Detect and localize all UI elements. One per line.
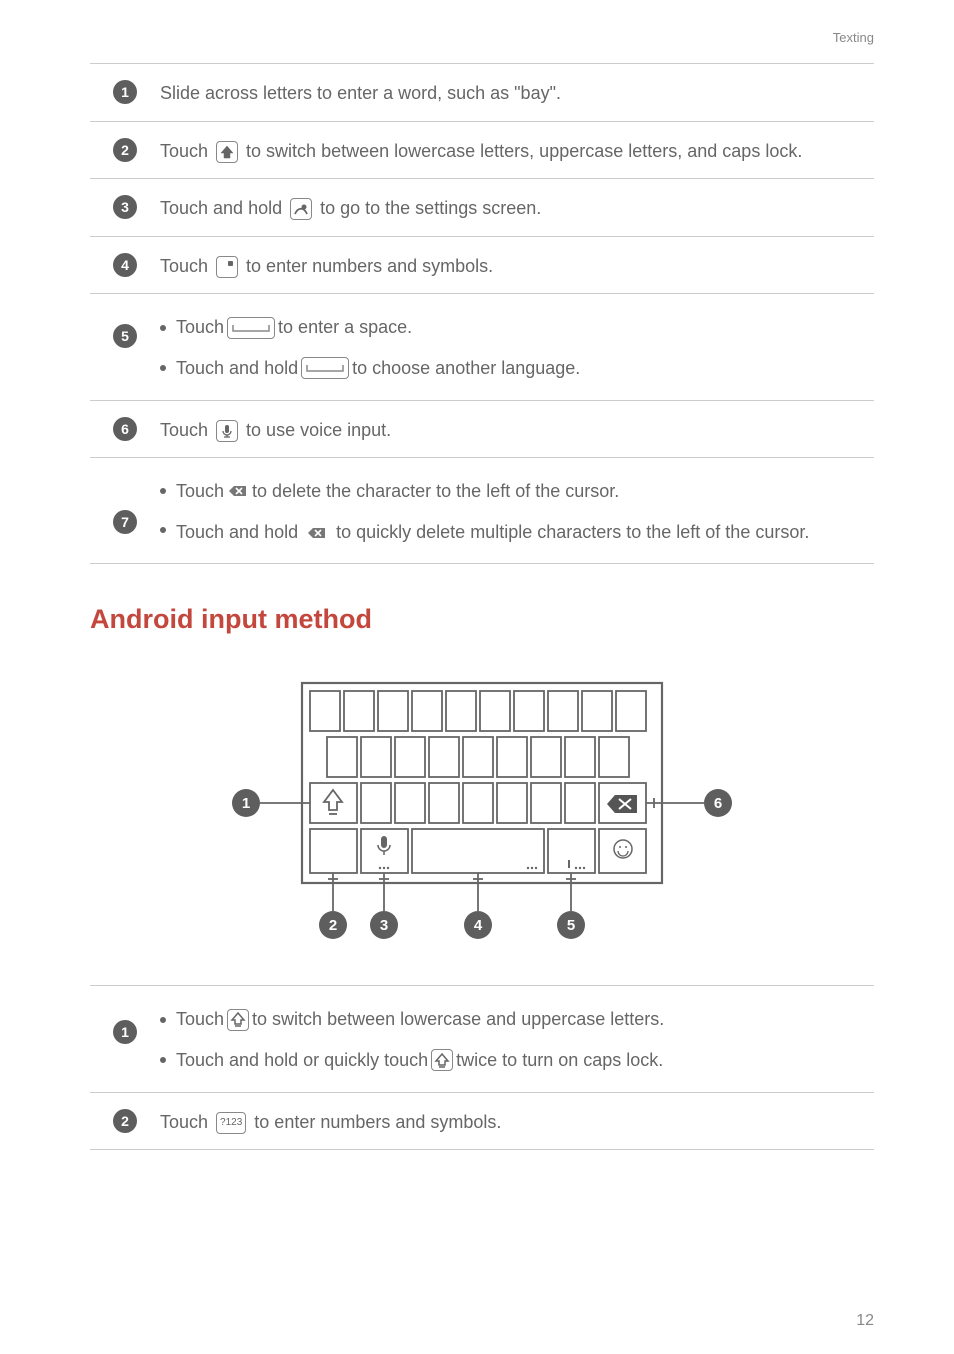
row-content: Touch and hold to go to the settings scr… xyxy=(160,191,874,224)
row-number-badge: 3 xyxy=(113,195,137,219)
text-fragment: Touch xyxy=(160,256,213,276)
table-row: 4 Touch to enter numbers and symbols. xyxy=(90,237,874,295)
text-fragment: to enter numbers and symbols. xyxy=(249,1112,501,1132)
text-fragment: to enter a space. xyxy=(278,312,412,343)
table-row: 5 Touch to enter a space. Touch and hold… xyxy=(90,294,874,400)
callout-3: 3 xyxy=(380,917,388,934)
row-content: Touch to enter numbers and symbols. xyxy=(160,249,874,282)
callout-1: 1 xyxy=(242,795,250,812)
shift-outline-icon xyxy=(227,1009,249,1031)
row-number-badge: 6 xyxy=(113,417,137,441)
table-row: 2 Touch to switch between lowercase lett… xyxy=(90,122,874,180)
text-fragment: Touch xyxy=(160,1112,213,1132)
row-number-badge: 5 xyxy=(113,324,137,348)
text-fragment: Touch and hold xyxy=(160,198,287,218)
section-heading: Android input method xyxy=(90,604,874,635)
shift-icon xyxy=(216,141,238,163)
symbols-key-icon xyxy=(216,256,238,278)
text-fragment: to delete the character to the left of t… xyxy=(252,476,619,507)
table-row: 3 Touch and hold to go to the settings s… xyxy=(90,179,874,237)
text-fragment: to switch between lowercase letters, upp… xyxy=(241,141,802,161)
bullet-icon xyxy=(160,1057,166,1063)
keyboard-diagram: 1 6 2 3 4 5 xyxy=(90,675,874,955)
row-content: Touch ?123 to enter numbers and symbols. xyxy=(160,1105,874,1138)
delete-icon xyxy=(227,480,249,502)
bullet-icon xyxy=(160,365,166,371)
row-content: Slide across letters to enter a word, su… xyxy=(160,76,874,109)
row-content: Touch to enter a space. Touch and hold t… xyxy=(160,306,874,387)
instruction-table-1: 1 Slide across letters to enter a word, … xyxy=(90,63,874,564)
row-number-badge: 4 xyxy=(113,253,137,277)
bullet-icon xyxy=(160,325,166,331)
text-fragment: Touch and hold xyxy=(176,353,298,384)
text-fragment: Touch xyxy=(176,312,224,343)
text-fragment: Touch xyxy=(160,141,213,161)
callout-2: 2 xyxy=(329,917,337,934)
bullet-icon xyxy=(160,488,166,494)
text-fragment: to quickly delete multiple characters to… xyxy=(331,522,809,542)
instruction-table-2: 1 Touch to switch between lowercase and … xyxy=(90,985,874,1150)
mic-icon xyxy=(216,420,238,442)
page-number: 12 xyxy=(856,1312,874,1330)
text-fragment: Touch xyxy=(176,476,224,507)
callout-5: 5 xyxy=(567,917,575,934)
table-row: 1 Slide across letters to enter a word, … xyxy=(90,64,874,122)
row-number-badge: 2 xyxy=(113,138,137,162)
row-number-badge: 2 xyxy=(113,1109,137,1133)
shift-outline-icon xyxy=(431,1049,453,1071)
table-row: 2 Touch ?123 to enter numbers and symbol… xyxy=(90,1093,874,1151)
callout-4: 4 xyxy=(474,917,483,934)
delete-icon xyxy=(306,522,328,544)
row-content: Touch to delete the character to the lef… xyxy=(160,470,874,551)
spacebar-icon xyxy=(301,357,349,379)
text-fragment: to use voice input. xyxy=(241,420,391,440)
spacebar-icon xyxy=(227,317,275,339)
swype-settings-icon xyxy=(290,198,312,220)
table-row: 7 Touch to delete the character to the l… xyxy=(90,458,874,564)
q123-key-icon: ?123 xyxy=(216,1112,246,1134)
row-content: Touch to switch between lowercase and up… xyxy=(160,998,874,1079)
table-row: 1 Touch to switch between lowercase and … xyxy=(90,986,874,1092)
row-content: Touch to use voice input. xyxy=(160,413,874,446)
row-number-badge: 1 xyxy=(113,80,137,104)
text-fragment: to go to the settings screen. xyxy=(315,198,541,218)
text-fragment: to switch between lowercase and uppercas… xyxy=(252,1004,664,1035)
text-fragment: to enter numbers and symbols. xyxy=(241,256,493,276)
table-row: 6 Touch to use voice input. xyxy=(90,401,874,459)
bullet-icon xyxy=(160,527,166,533)
row-number-badge: 1 xyxy=(113,1020,137,1044)
text-fragment: Touch xyxy=(160,420,213,440)
text-fragment: Touch and hold xyxy=(176,522,303,542)
text-fragment: twice to turn on caps lock. xyxy=(456,1045,663,1076)
text-fragment: Touch and hold or quickly touch xyxy=(176,1045,428,1076)
callout-6: 6 xyxy=(714,795,722,812)
text-fragment: to choose another language. xyxy=(352,353,580,384)
row-number-badge: 7 xyxy=(113,510,137,534)
text-fragment: Touch xyxy=(176,1004,224,1035)
bullet-icon xyxy=(160,1017,166,1023)
row-content: Touch to switch between lowercase letter… xyxy=(160,134,874,167)
page-header: Texting xyxy=(90,30,874,45)
